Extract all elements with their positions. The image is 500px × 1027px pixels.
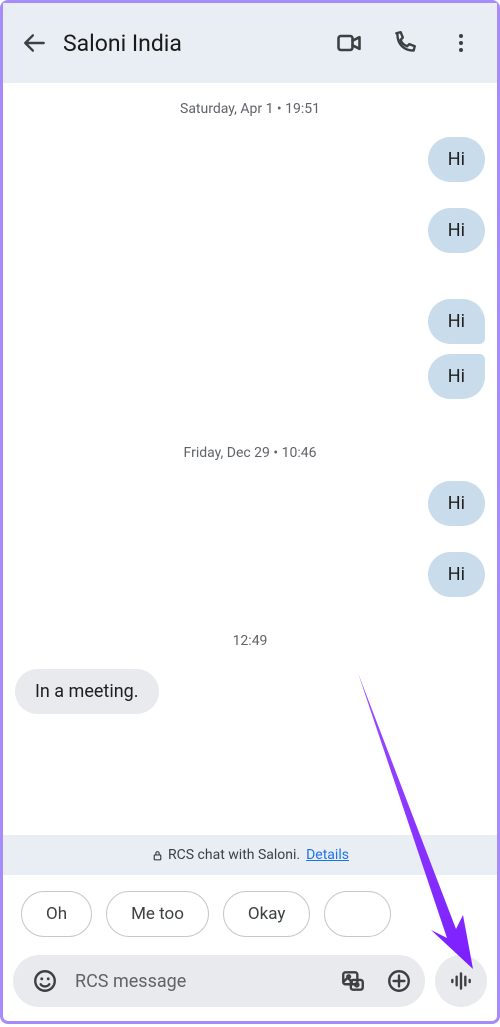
rcs-details-link[interactable]: Details	[306, 847, 349, 863]
call-button[interactable]	[379, 17, 431, 69]
chat-area[interactable]: Saturday, Apr 1 • 19:51 Hi Hi Hi Hi Frid…	[3, 83, 497, 835]
compose-bar: RCS message	[3, 947, 497, 1021]
compose-input-container[interactable]: RCS message	[13, 955, 425, 1007]
smart-reply-chip[interactable]: Me too	[106, 891, 209, 937]
emoji-button[interactable]	[25, 961, 65, 1001]
time-separator: 12:49	[15, 633, 485, 649]
date-separator: Friday, Dec 29 • 10:46	[15, 445, 485, 461]
smart-reply-chip[interactable]: Okay	[223, 891, 310, 937]
message-input[interactable]: RCS message	[75, 971, 327, 992]
smart-reply-chip[interactable]	[324, 891, 391, 937]
contact-name[interactable]: Saloni India	[63, 30, 323, 57]
message-out[interactable]: Hi	[428, 552, 485, 597]
message-out[interactable]: Hi	[428, 137, 485, 182]
message-out[interactable]: Hi	[428, 481, 485, 526]
app-bar: Saloni India	[3, 3, 497, 83]
rcs-text: RCS chat with Saloni.	[168, 847, 300, 863]
message-out[interactable]: Hi	[428, 354, 485, 399]
back-button[interactable]	[13, 21, 57, 65]
date-separator: Saturday, Apr 1 • 19:51	[15, 101, 485, 117]
message-in[interactable]: In a meeting.	[15, 669, 159, 714]
smart-reply-chip[interactable]: Oh	[21, 891, 92, 937]
message-out[interactable]: Hi	[428, 299, 485, 344]
more-button[interactable]	[435, 17, 487, 69]
voice-message-button[interactable]	[435, 955, 487, 1007]
message-out[interactable]: Hi	[428, 208, 485, 253]
lock-icon	[151, 849, 164, 862]
video-call-button[interactable]	[323, 17, 375, 69]
header-actions	[323, 17, 487, 69]
smart-reply-row: Oh Me too Okay	[3, 875, 497, 947]
gallery-button[interactable]	[333, 961, 373, 1001]
attach-button[interactable]	[379, 961, 419, 1001]
rcs-info-bar: RCS chat with Saloni. Details	[3, 835, 497, 875]
